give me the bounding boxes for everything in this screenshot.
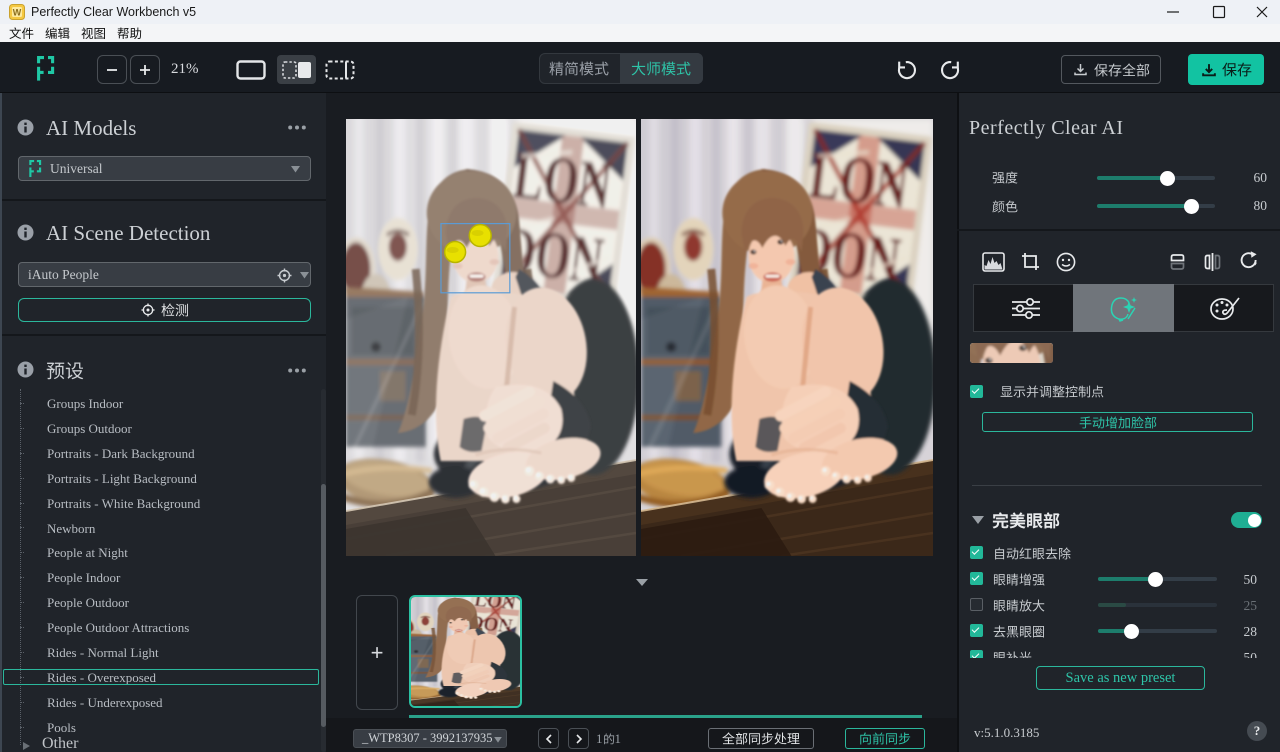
- svg-text:W: W: [13, 8, 22, 18]
